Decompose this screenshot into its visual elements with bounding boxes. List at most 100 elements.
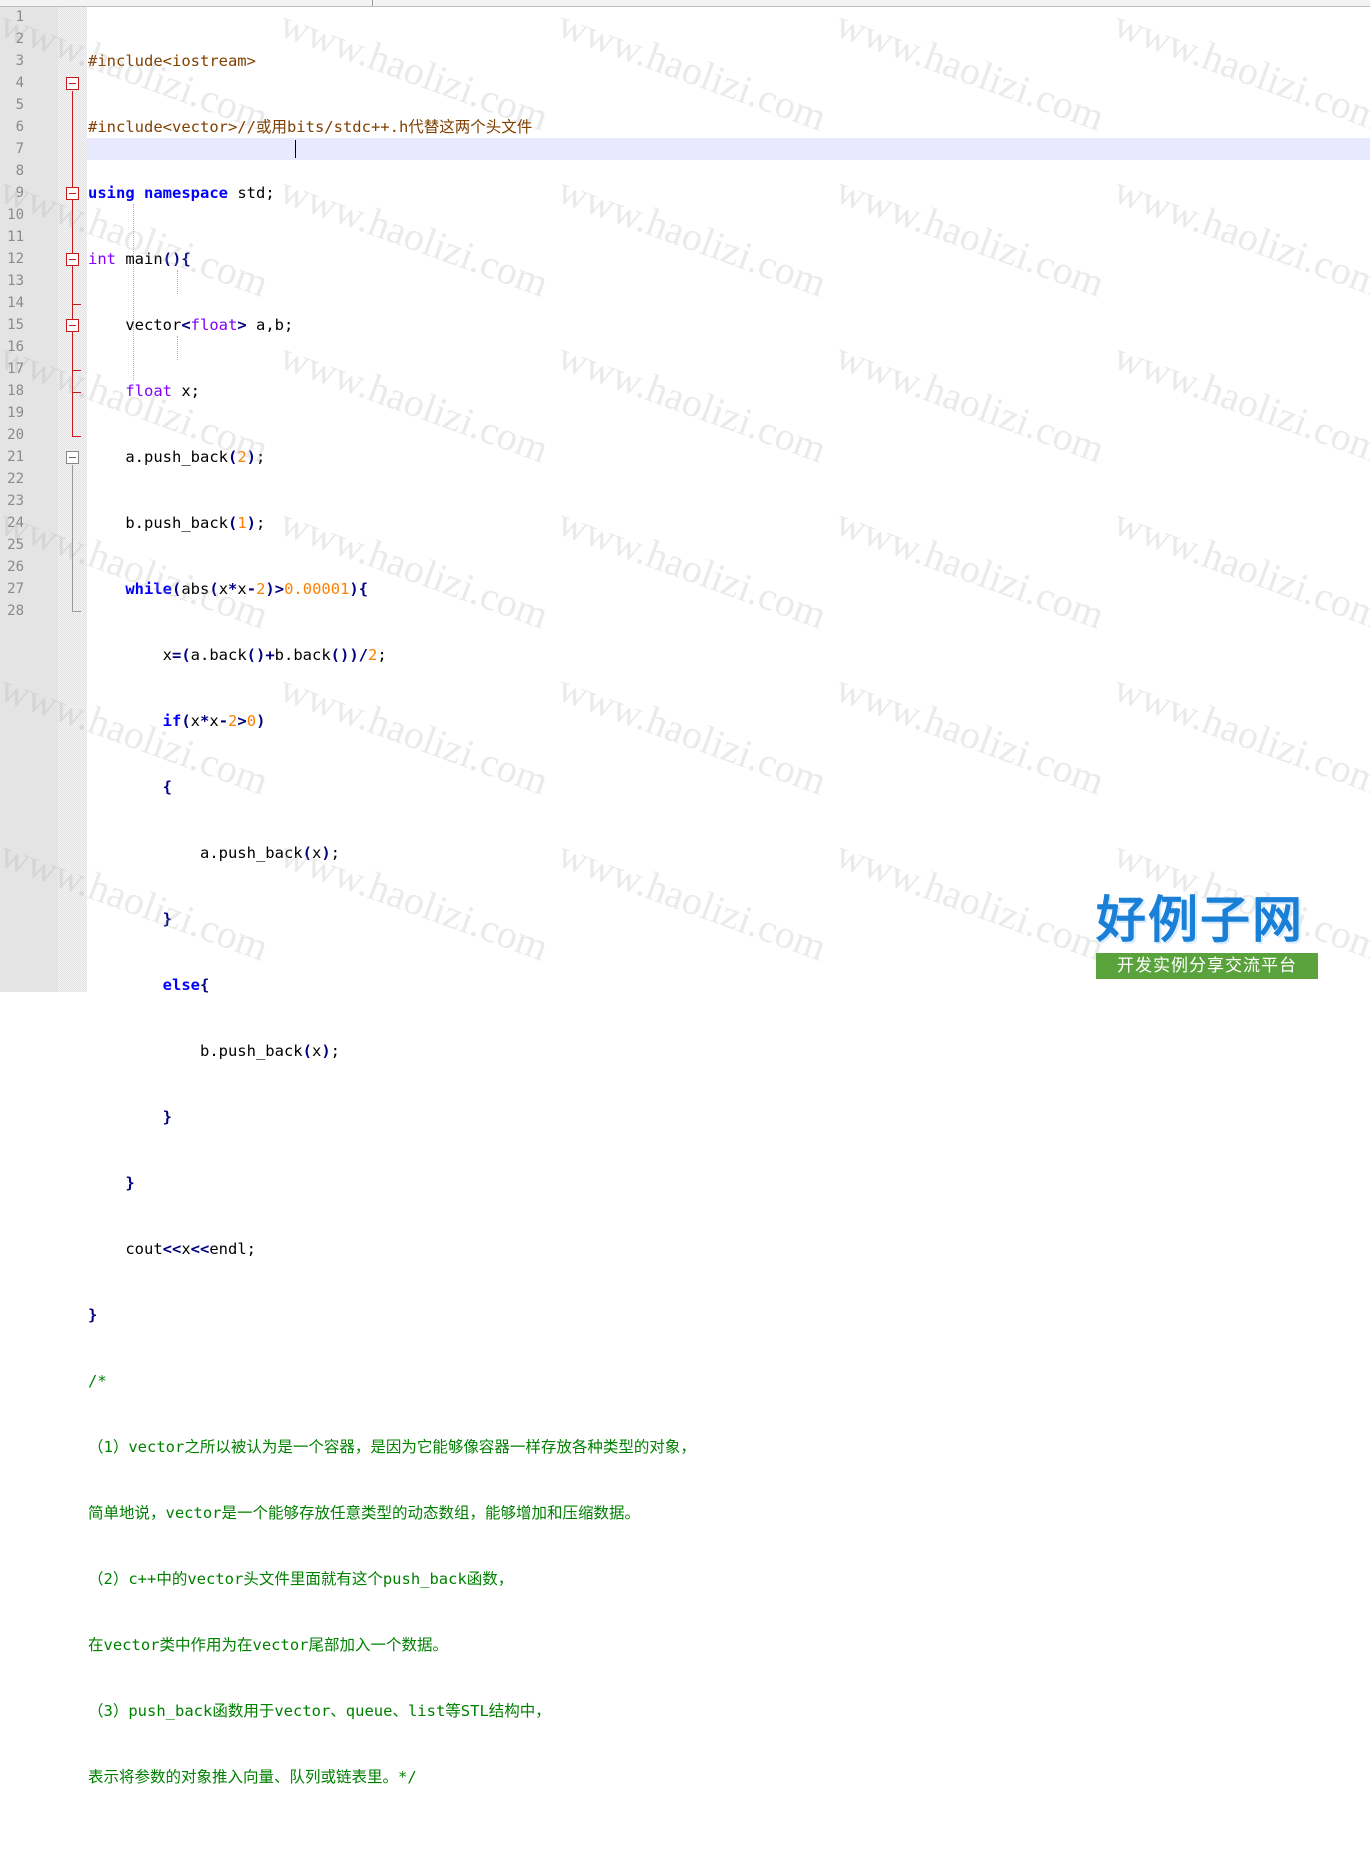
line-number: 24: [7, 515, 24, 531]
code-text: abs: [181, 580, 210, 598]
line-number: 18: [7, 383, 24, 399]
type-keyword: float: [125, 382, 172, 400]
fold-toggle-while[interactable]: [66, 187, 79, 200]
line-number: 13: [7, 273, 24, 289]
line-number: 20: [7, 427, 24, 443]
keyword: while: [125, 580, 172, 598]
line-number: 28: [7, 603, 24, 619]
fold-toggle-comment[interactable]: [66, 451, 79, 464]
code-text: x: [209, 712, 219, 730]
fold-line-comment: [72, 465, 73, 611]
logo-subtitle: 开发实例分享交流平台: [1096, 953, 1318, 979]
line-number: 27: [7, 581, 24, 597]
line-number: 17: [7, 361, 24, 377]
line-number: 7: [15, 141, 24, 157]
code-line-12: {: [162, 778, 172, 796]
code-line-4: int main(){: [88, 250, 191, 268]
code-line-22: （1）vector之所以被认为是一个容器，是因为它能够像容器一样存放各种类型的对…: [88, 1436, 696, 1458]
number-literal: 0: [246, 712, 257, 730]
line-number: 21: [7, 449, 24, 465]
site-logo: 好例子网 开发实例分享交流平台: [1096, 890, 1326, 984]
code-line-10: x=(a.back()+b.back())/2;: [162, 646, 387, 664]
code-line-3: using namespace std;: [88, 182, 696, 204]
fold-toggle-else[interactable]: [66, 319, 79, 332]
code-text: x;: [172, 382, 200, 400]
code-line-1: #include<iostream>: [88, 50, 696, 72]
line-number: 11: [7, 229, 24, 245]
preprocessor-include: #include<vector>//或用bits/stdc++.h代替这两个头文…: [88, 118, 533, 136]
fold-end-else: [72, 370, 81, 371]
number-literal: 2: [256, 580, 266, 598]
line-number: 14: [7, 295, 24, 311]
code-text: main: [116, 250, 163, 268]
number-literal: 1: [237, 514, 247, 532]
code-text: x: [218, 580, 229, 598]
line-number: 6: [15, 119, 24, 135]
line-number: 3: [15, 53, 24, 69]
watermark-text: www.haolizi.com: [1108, 664, 1370, 804]
keyword: using: [88, 184, 135, 202]
line-number: 22: [7, 471, 24, 487]
line-number: 25: [7, 537, 24, 553]
code-line-9: while(abs(x*x-2)>0.00001){: [125, 580, 369, 598]
comment: 表示将参数的对象推入向量、队列或链表里。*/: [88, 1768, 417, 1786]
comment: （1）vector之所以被认为是一个容器，是因为它能够像容器一样存放各种类型的对…: [88, 1438, 696, 1456]
line-number: 2: [15, 31, 24, 47]
comment: /*: [88, 1372, 107, 1390]
code-text: x: [237, 580, 247, 598]
watermark-text: www.haolizi.com: [1108, 0, 1370, 140]
comment: （3）push_back函数用于vector、queue、list等STL结构中…: [88, 1702, 551, 1720]
preprocessor-include: #include<iostream>: [88, 52, 256, 70]
code-line-8: b.push_back(1);: [125, 514, 266, 532]
comment: （2）c++中的vector头文件里面就有这个push_back函数，: [88, 1570, 514, 1588]
comment: 在vector类中作用为在vector尾部加入一个数据。: [88, 1636, 448, 1654]
code-line-20: }: [88, 1306, 98, 1324]
code-line-11: if(x*x-2>0): [162, 712, 266, 730]
fold-toggle-main[interactable]: [66, 77, 79, 90]
code-text: vector: [125, 316, 182, 334]
watermark-text: www.haolizi.com: [1108, 166, 1370, 306]
watermark-text: www.haolizi.com: [830, 664, 1111, 804]
code-text: b.push_back: [199, 1042, 303, 1060]
number-literal: 2: [228, 712, 238, 730]
code-line-15: else{: [162, 976, 210, 994]
line-number: 12: [7, 251, 24, 267]
code-text: endl: [209, 1240, 247, 1258]
watermark-text: www.haolizi.com: [1108, 332, 1370, 472]
watermark-text: www.haolizi.com: [830, 166, 1111, 306]
comment: 简单地说，vector是一个能够存放任意类型的动态数组，能够增加和压缩数据。: [88, 1504, 640, 1522]
code-text: a.push_back: [125, 448, 228, 466]
fold-toggle-if[interactable]: [66, 253, 79, 266]
code-line-19: cout<<x<<endl;: [125, 1240, 257, 1258]
fold-end-while: [72, 392, 81, 393]
number-literal: 2: [237, 448, 247, 466]
watermark-text: www.haolizi.com: [1108, 498, 1370, 638]
code-text: x: [311, 1042, 322, 1060]
code-line-25: 在vector类中作用为在vector尾部加入一个数据。: [88, 1634, 696, 1656]
watermark-text: www.haolizi.com: [830, 498, 1111, 638]
fold-end-main: [72, 436, 81, 437]
code-line-6: float x;: [88, 380, 696, 402]
code-line-16: b.push_back(x);: [199, 1042, 341, 1060]
line-number: 19: [7, 405, 24, 421]
code-text: b.push_back: [125, 514, 228, 532]
code-line-7: a.push_back(2);: [125, 448, 266, 466]
code-editor[interactable]: #include<iostream> #include<vector>//或用b…: [88, 6, 696, 1876]
line-number: 8: [15, 163, 24, 179]
line-number: 5: [15, 97, 24, 113]
line-number: 16: [7, 339, 24, 355]
logo-title: 好例子网: [1096, 890, 1304, 949]
line-number: 1: [15, 9, 24, 25]
text-caret: [295, 140, 296, 158]
line-number: 9: [15, 185, 24, 201]
code-text: a.back: [190, 646, 247, 664]
line-number: 4: [15, 75, 24, 91]
keyword: namespace: [144, 184, 229, 202]
code-line-13: a.push_back(x);: [199, 844, 341, 862]
code-text: x: [311, 844, 322, 862]
line-number: 15: [7, 317, 24, 333]
line-number: 10: [7, 207, 24, 223]
code-text: std;: [228, 184, 275, 202]
code-line-18: }: [125, 1174, 135, 1192]
